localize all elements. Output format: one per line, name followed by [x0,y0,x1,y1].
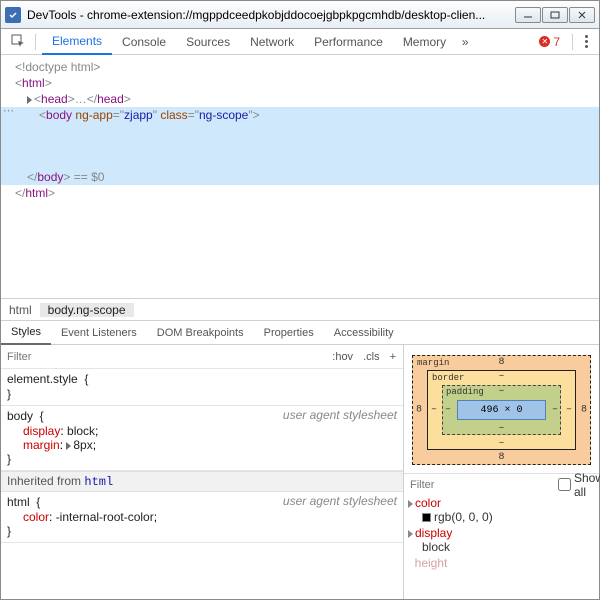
subtab-accessibility[interactable]: Accessibility [324,320,404,345]
lower-pane: :hov .cls + element.style { } user agent… [1,345,599,599]
computed-filter-input[interactable] [410,479,552,491]
ua-stylesheet-label: user agent stylesheet [283,494,397,508]
tab-memory[interactable]: Memory [393,29,456,55]
hov-toggle[interactable]: :hov [327,351,358,363]
expand-icon[interactable] [27,96,32,104]
expand-icon[interactable] [408,500,413,508]
rule-element-style[interactable]: element.style { } [1,369,403,406]
dom-html-close[interactable]: </html> [1,185,599,201]
computed-row[interactable]: color rgb(0, 0, 0) [404,495,599,525]
box-model[interactable]: margin 8 8 8 8 border – – – – padding – [404,345,599,473]
devtools-window: DevTools - chrome-extension://mgppdceedp… [0,0,600,600]
subtab-dom-breakpoints[interactable]: DOM Breakpoints [147,320,254,345]
selected-marker-icon: ⋯ [3,104,14,117]
expand-shorthand-icon[interactable] [66,442,71,450]
color-swatch-icon[interactable] [422,513,431,522]
computed-filter-bar: Show all [404,473,599,495]
computed-properties[interactable]: color rgb(0, 0, 0) display block height [404,495,599,599]
ua-stylesheet-label: user agent stylesheet [283,408,397,422]
inspect-element-icon[interactable] [7,31,29,53]
error-count-badge[interactable]: ✕ 7 [533,35,566,49]
minimize-button[interactable] [515,7,541,23]
panel-tabs: Elements Console Sources Network Perform… [42,29,531,55]
tab-sources[interactable]: Sources [176,29,240,55]
elements-tree[interactable]: <!doctype html> <html> <head>…</head> ⋯ … [1,55,599,298]
styles-filter-bar: :hov .cls + [1,345,403,369]
settings-kebab-icon[interactable] [579,35,593,48]
subtab-properties[interactable]: Properties [254,320,324,345]
inherited-from-link[interactable]: html [84,475,113,489]
more-tabs-icon[interactable]: » [456,29,474,55]
new-rule-button[interactable]: + [385,351,401,363]
devtools-app-icon [5,7,21,23]
titlebar: DevTools - chrome-extension://mgppdceedp… [1,1,599,29]
tab-network[interactable]: Network [240,29,304,55]
error-icon: ✕ [539,36,550,47]
error-count: 7 [553,35,560,49]
close-button[interactable] [569,7,595,23]
separator [35,34,36,50]
dom-body-selected[interactable]: ⋯ <body ng-app="zjapp" class="ng-scope">… [1,107,599,185]
devtools-toolbar: Elements Console Sources Network Perform… [1,29,599,55]
rule-body[interactable]: user agent stylesheet body { display: bl… [1,406,403,471]
dom-doctype[interactable]: <!doctype html> [1,59,599,75]
dom-head[interactable]: <head>…</head> [1,91,599,107]
box-model-content: 496 × 0 [457,400,546,420]
tab-console[interactable]: Console [112,29,176,55]
window-controls [515,7,595,23]
styles-filter-input[interactable] [7,351,327,363]
subtab-event-listeners[interactable]: Event Listeners [51,320,147,345]
maximize-button[interactable] [542,7,568,23]
styles-pane: :hov .cls + element.style { } user agent… [1,345,404,599]
inherited-header: Inherited from html [1,471,403,492]
rule-html[interactable]: user agent stylesheet html { color: -int… [1,492,403,543]
expand-icon[interactable] [408,530,413,538]
tab-elements[interactable]: Elements [42,29,112,55]
window-title: DevTools - chrome-extension://mgppdceedp… [27,8,515,22]
subtab-styles[interactable]: Styles [1,320,51,345]
breadcrumb: html body.ng-scope [1,298,599,320]
cls-toggle[interactable]: .cls [358,351,385,363]
breadcrumb-html[interactable]: html [1,303,40,317]
tab-performance[interactable]: Performance [304,29,393,55]
sidebar-tabs: Styles Event Listeners DOM Breakpoints P… [1,320,599,345]
separator [572,34,573,50]
computed-row[interactable]: display block [404,525,599,555]
breadcrumb-body[interactable]: body.ng-scope [40,303,134,317]
dom-html-open[interactable]: <html> [1,75,599,91]
metrics-pane: margin 8 8 8 8 border – – – – padding – [404,345,599,599]
computed-row[interactable]: height [404,555,599,571]
